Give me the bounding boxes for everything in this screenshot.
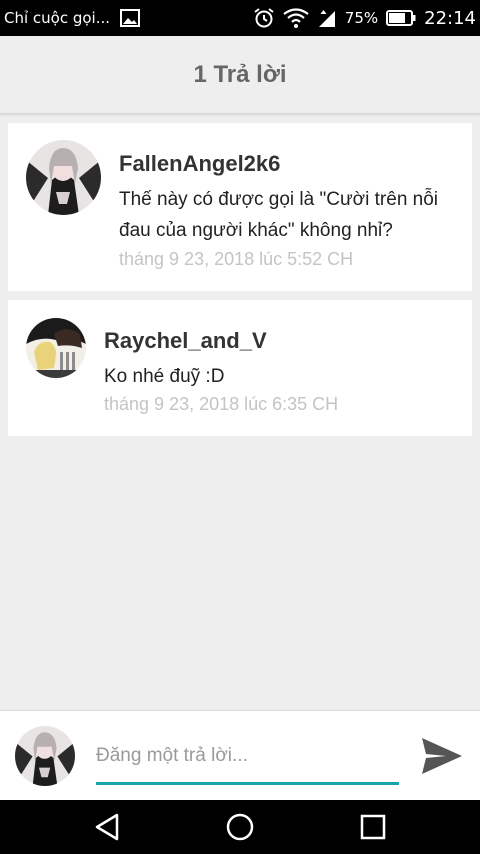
battery-percent: 75% bbox=[344, 9, 379, 27]
clock: 22:14 bbox=[424, 7, 476, 29]
app-header: 1 Trả lời bbox=[0, 36, 480, 114]
comment-username[interactable]: FallenAngel2k6 bbox=[119, 151, 280, 177]
data-signal-icon bbox=[317, 8, 337, 28]
system-nav-bar bbox=[0, 800, 480, 854]
home-button[interactable] bbox=[220, 809, 260, 845]
back-button[interactable] bbox=[87, 809, 127, 845]
notification-text: Chỉ cuộc gọi... bbox=[4, 9, 111, 27]
wifi-icon bbox=[283, 8, 309, 28]
avatar[interactable] bbox=[26, 140, 101, 215]
recents-button[interactable] bbox=[353, 809, 393, 845]
status-bar: Chỉ cuộc gọi... 75% 22:14 bbox=[0, 0, 480, 36]
compose-bar bbox=[0, 710, 480, 800]
comment-timestamp: tháng 9 23, 2018 lúc 5:52 CH bbox=[119, 249, 354, 269]
comment-username[interactable]: Raychel_and_V bbox=[104, 328, 267, 354]
reply-input[interactable] bbox=[96, 739, 399, 785]
comment-timestamp: tháng 9 23, 2018 lúc 6:35 CH bbox=[104, 394, 339, 414]
back-icon bbox=[95, 813, 119, 841]
battery-icon bbox=[386, 10, 416, 26]
comment-text: Thế này có được gọi là "Cười trên nỗi đa… bbox=[119, 189, 439, 241]
comment-text: Ko nhé đuỹ :D bbox=[104, 366, 225, 387]
avatar bbox=[15, 726, 75, 786]
comment-card[interactable]: Raychel_and_V Ko nhé đuỹ :D tháng 9 23, … bbox=[8, 300, 472, 436]
send-icon bbox=[422, 738, 462, 774]
avatar[interactable] bbox=[26, 318, 86, 378]
send-button[interactable] bbox=[419, 733, 465, 779]
home-icon bbox=[226, 813, 254, 841]
page-title: 1 Trả lời bbox=[193, 60, 287, 88]
alarm-icon bbox=[253, 7, 275, 29]
image-icon bbox=[120, 9, 141, 27]
recents-icon bbox=[360, 814, 386, 840]
comment-card[interactable]: FallenAngel2k6 Thế này có được gọi là "C… bbox=[8, 123, 472, 291]
